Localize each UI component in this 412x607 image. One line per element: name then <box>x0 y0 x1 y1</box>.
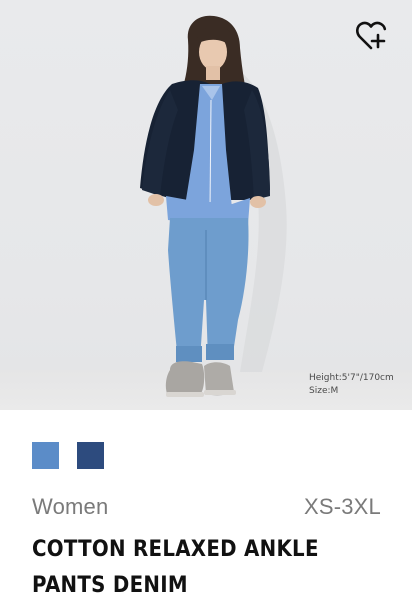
heart-plus-icon <box>356 21 387 50</box>
product-size-range: XS-3XL <box>303 494 381 519</box>
model-photo <box>140 15 287 397</box>
model-height: Height:5'7"/170cm <box>309 373 394 383</box>
color-swatches <box>32 442 104 469</box>
product-image[interactable]: Height:5'7"/170cm Size:M <box>0 0 412 410</box>
color-swatch-navy[interactable] <box>77 442 104 469</box>
product-meta: Women XS-3XL <box>32 494 381 520</box>
product-gender: Women <box>32 494 109 519</box>
model-size: Size:M <box>309 386 339 396</box>
product-name[interactable]: COTTON RELAXED ANKLE PANTS DENIM <box>32 532 347 604</box>
color-swatch-light-blue[interactable] <box>32 442 59 469</box>
wishlist-button[interactable] <box>351 14 395 58</box>
model-info: Height:5'7"/170cm Size:M <box>309 372 394 398</box>
